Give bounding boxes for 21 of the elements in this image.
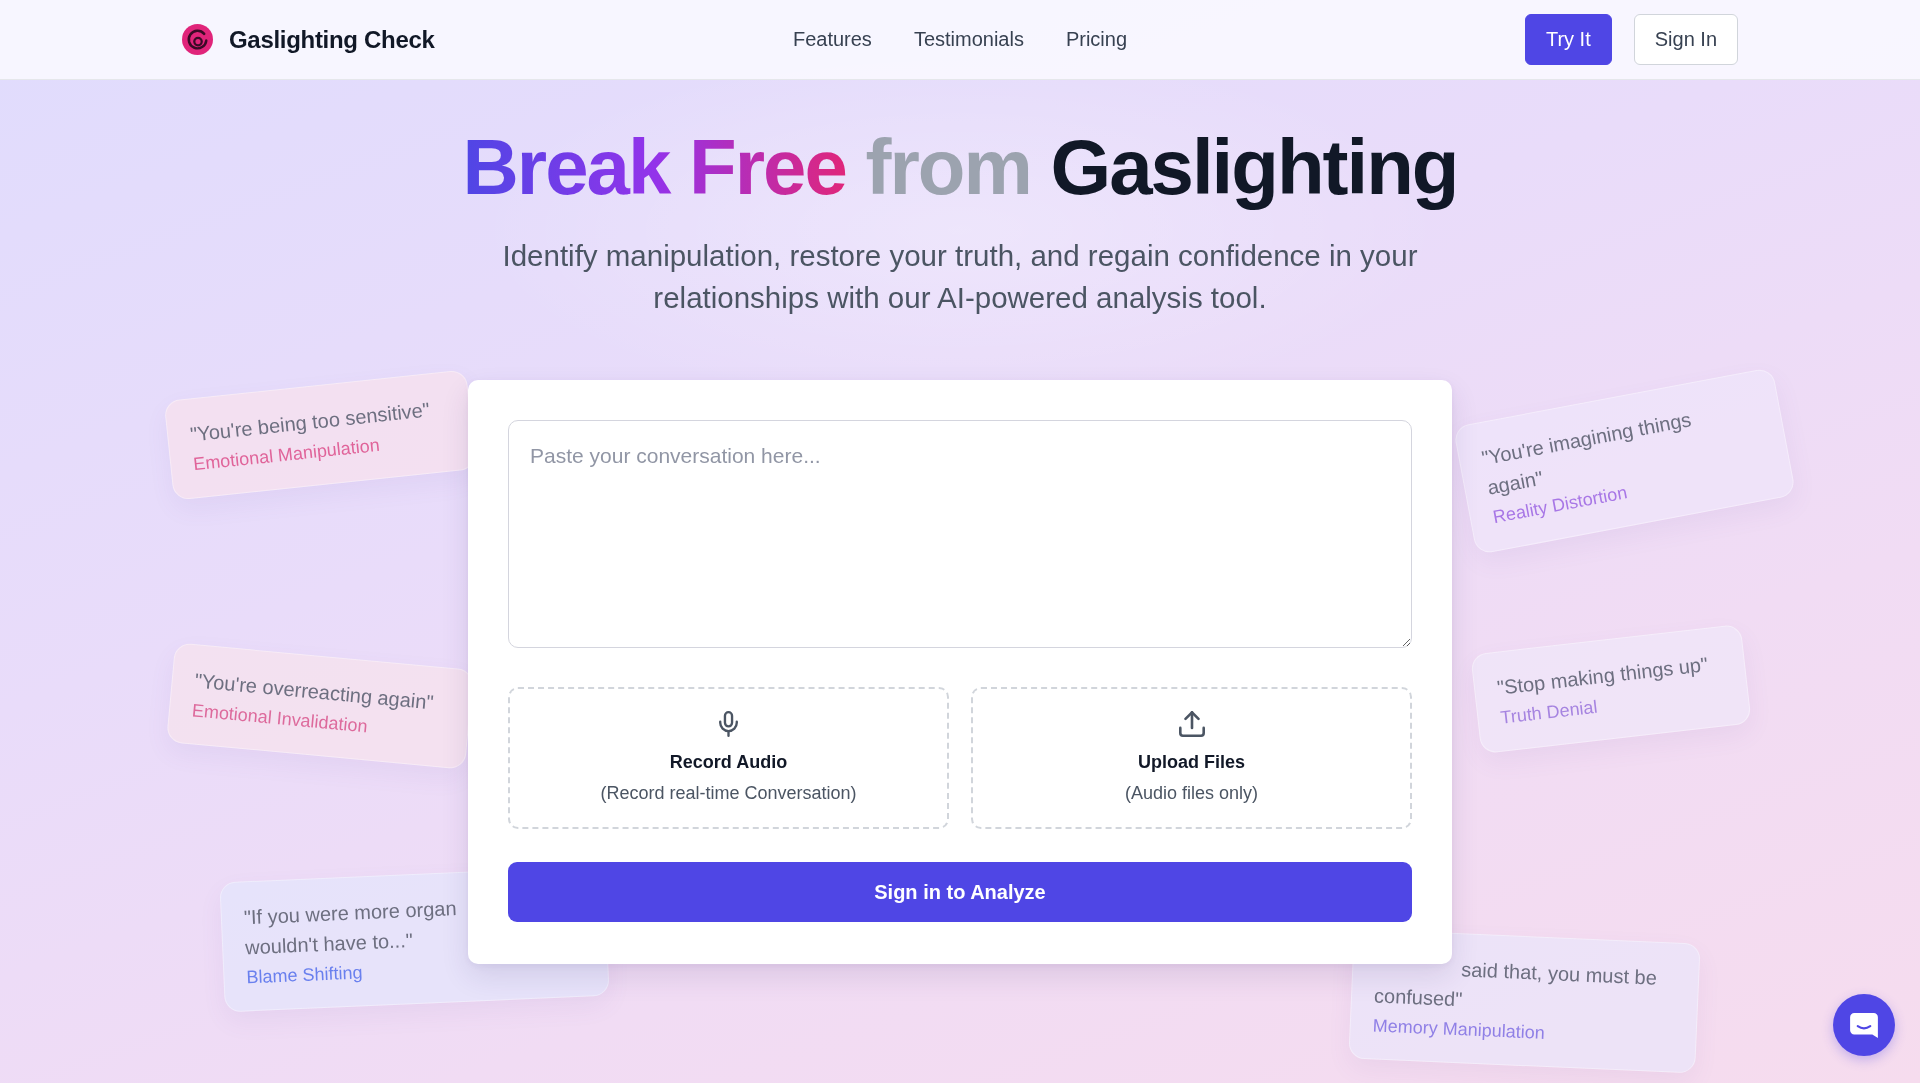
chat-button[interactable] (1833, 994, 1895, 1056)
nav-link[interactable]: Testimonials (913, 28, 1024, 51)
category-label: Memory Manipulation (1372, 1014, 1546, 1045)
primary-button[interactable]: Try It (1524, 14, 1612, 65)
record-audio-button[interactable]: Record Audio (Record real-time Conversation) (508, 687, 949, 829)
hero-subtitle: Identify manipulation, restore your truth, and regain confidence in your relationships with our AI-powered analysis tool. (501, 238, 1419, 316)
brand-name: Gaslighting Check (229, 25, 435, 54)
chat-icon (1850, 1012, 1878, 1038)
quote-text: "If you were more organ wouldn't have to..." (243, 896, 458, 961)
upload-icon (1178, 711, 1205, 737)
category-label: Blame Shifting (245, 961, 364, 990)
logo-icon (182, 24, 213, 55)
hero-title: Break Free from Gaslighting (462, 122, 1458, 212)
microphone-icon (719, 711, 738, 737)
upload-files-button[interactable]: Upload Files (Audio files only) (971, 687, 1412, 829)
conversation-field[interactable]: Paste your conversation here... (508, 420, 1412, 648)
nav-link[interactable]: Features (792, 28, 872, 51)
secondary-button[interactable]: Sign In (1633, 14, 1738, 65)
quote-text: said that, you must be confused" (1373, 957, 1658, 1013)
analyze-button[interactable]: Sign in to Analyze (508, 862, 1412, 922)
nav-link[interactable]: Pricing (1065, 28, 1128, 51)
